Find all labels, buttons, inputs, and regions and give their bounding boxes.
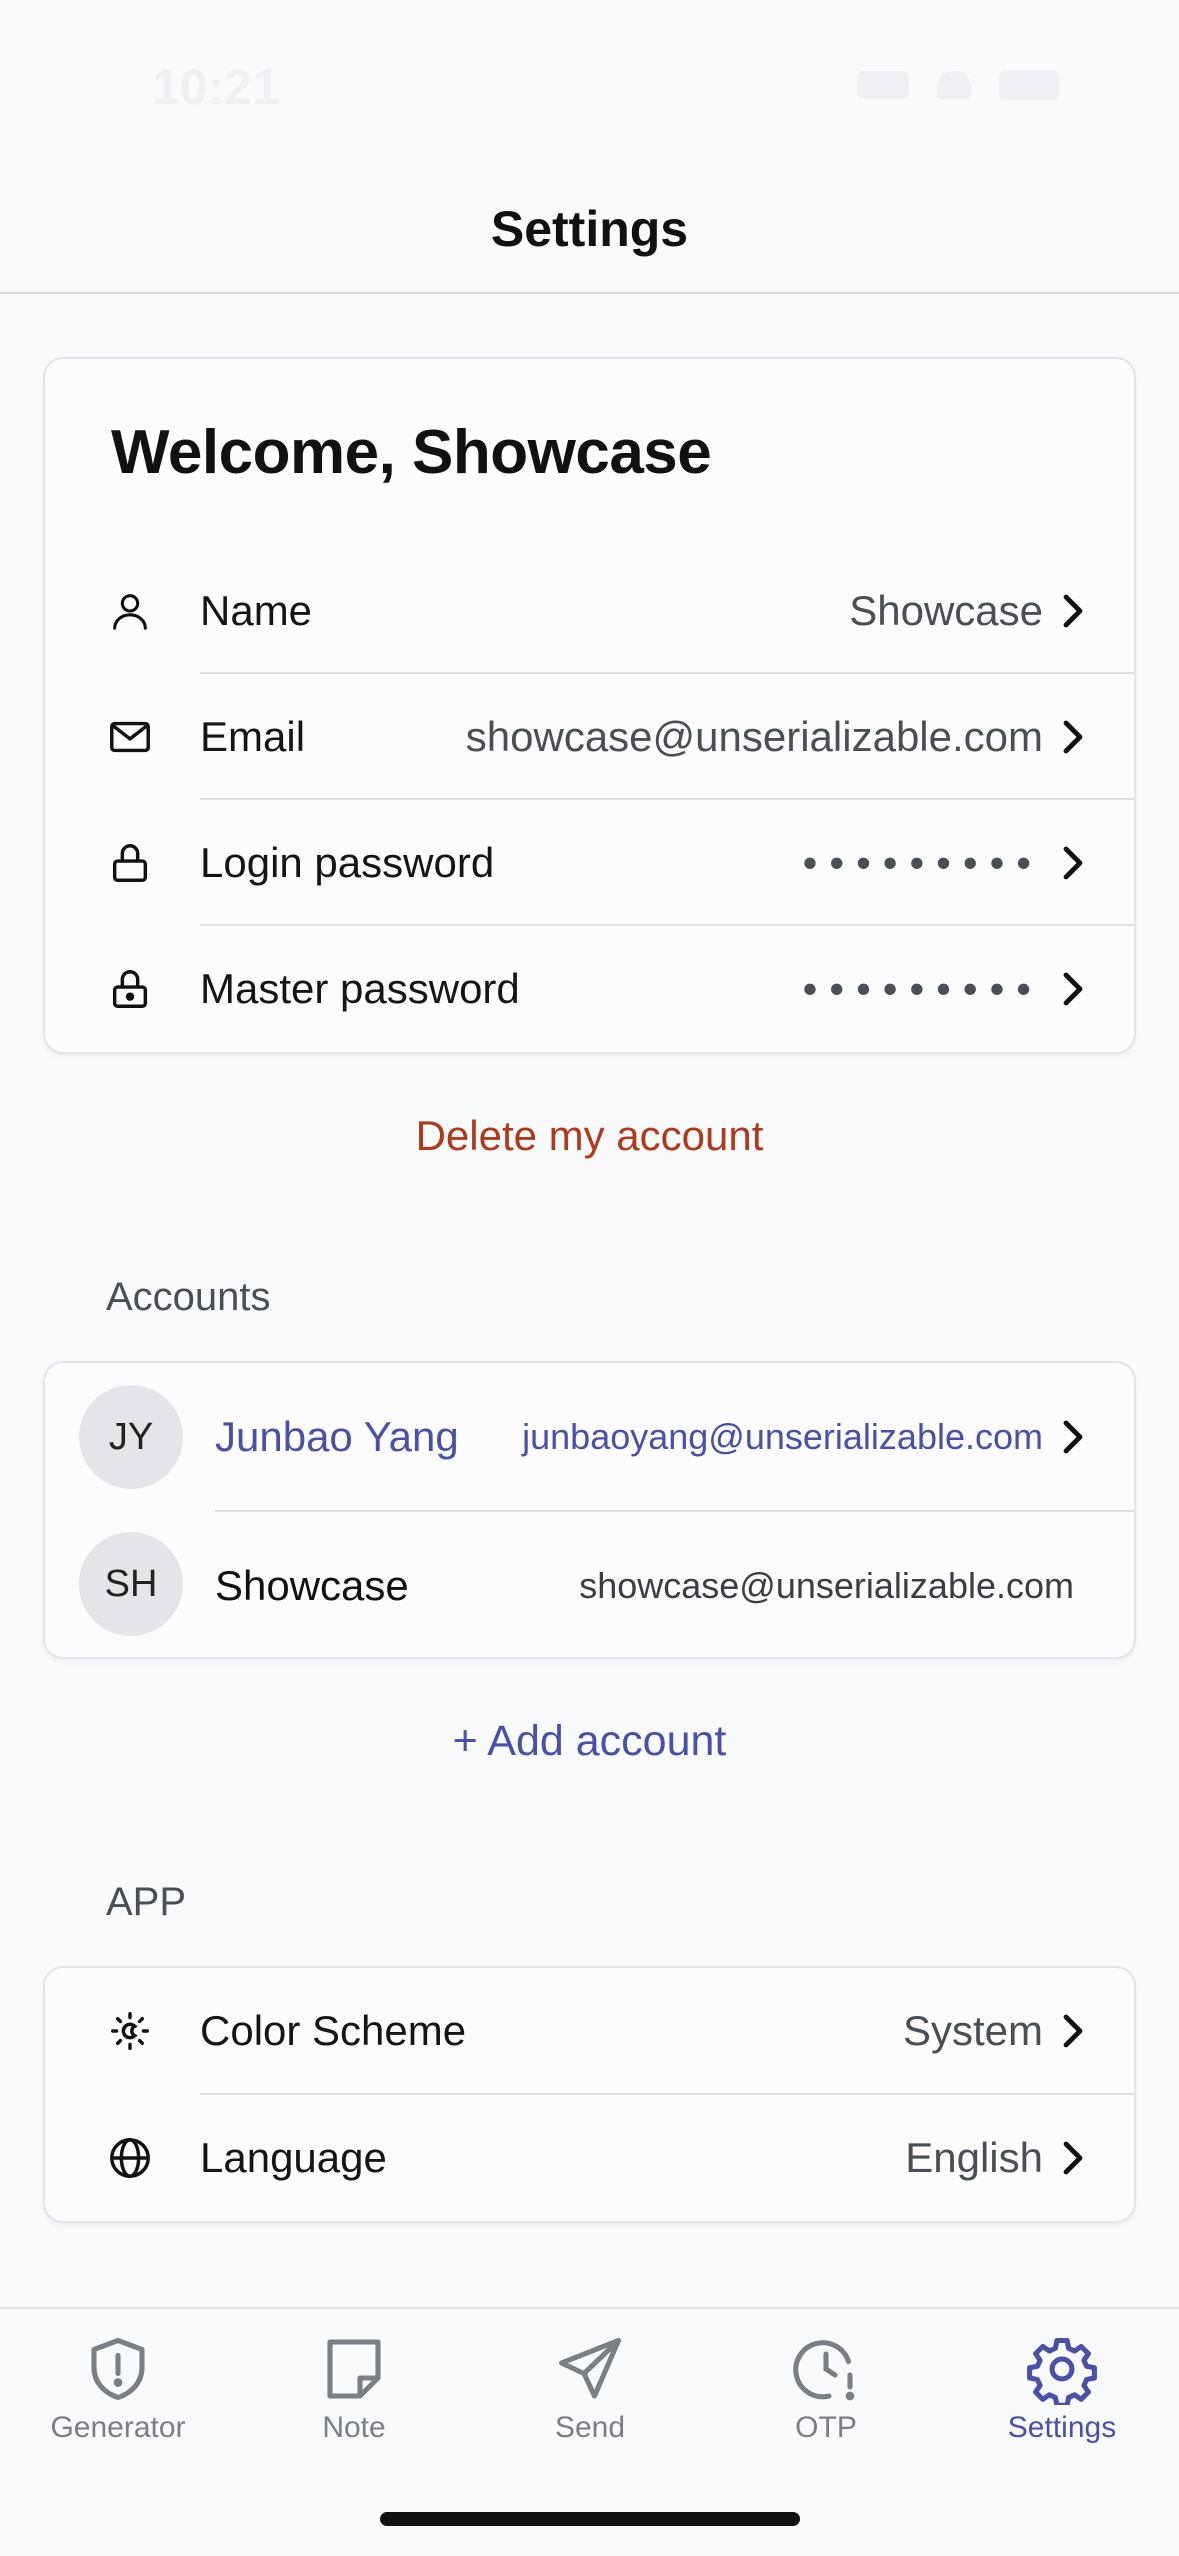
chevron-right-icon [1063, 720, 1083, 754]
account-name: Junbao Yang [215, 1413, 459, 1460]
mail-icon [110, 721, 150, 753]
delete-account-button[interactable]: Delete my account [0, 1112, 1179, 1160]
app-section-label: APP [106, 1880, 187, 1924]
master-password-row[interactable]: Master password ••••••••• [45, 926, 1138, 1052]
tab-label: Generator [50, 2411, 186, 2444]
home-indicator [380, 2512, 800, 2526]
lock-open-icon [112, 844, 148, 882]
status-bar: 10:21 [0, 0, 1179, 175]
signal-icon [857, 71, 909, 99]
shield-icon [91, 2337, 145, 2401]
chevron-right-icon [1063, 2014, 1083, 2048]
language-row[interactable]: Language English [45, 2095, 1138, 2221]
status-icons [857, 70, 1059, 100]
login-password-value: ••••••••• [802, 839, 1043, 886]
profile-card: Welcome, Showcase Name Showcase Email sh… [43, 357, 1136, 1054]
chevron-right-icon [1063, 846, 1083, 880]
accounts-section-label: Accounts [106, 1275, 271, 1319]
clock-alert-icon [793, 2340, 855, 2401]
account-email: showcase@unserializable.com [579, 1565, 1074, 1606]
account-email: junbaoyang@unserializable.com [522, 1416, 1043, 1457]
email-row[interactable]: Email showcase@unserializable.com [45, 674, 1138, 800]
tab-note[interactable]: Note [236, 2333, 472, 2445]
chevron-right-icon [1063, 594, 1083, 628]
tab-label: Note [322, 2411, 386, 2444]
chevron-right-icon [1063, 2141, 1083, 2175]
master-password-value: ••••••••• [802, 965, 1043, 1012]
email-label: Email [200, 713, 306, 760]
lock-closed-icon [112, 970, 148, 1008]
note-icon [327, 2339, 381, 2399]
battery-icon [999, 70, 1059, 100]
name-value: Showcase [849, 587, 1043, 634]
name-row[interactable]: Name Showcase [45, 548, 1138, 674]
chevron-right-icon [1063, 1420, 1083, 1454]
account-name: Showcase [215, 1562, 409, 1609]
email-value: showcase@unserializable.com [465, 713, 1043, 760]
status-time: 10:21 [152, 59, 280, 115]
tab-send[interactable]: Send [472, 2333, 708, 2445]
person-icon [113, 594, 147, 630]
language-value: English [905, 2134, 1043, 2181]
account-row[interactable]: SH Showcase showcase@unserializable.com [45, 1512, 1138, 1660]
add-account-button[interactable]: + Add account [0, 1717, 1179, 1766]
master-password-label: Master password [200, 965, 520, 1012]
page-title: Settings [490, 201, 689, 257]
tab-generator[interactable]: Generator [0, 2333, 236, 2445]
accounts-card: JY Junbao Yang junbaoyang@unserializable… [43, 1361, 1136, 1659]
color-scheme-label: Color Scheme [200, 2007, 467, 2054]
globe-icon [110, 2138, 150, 2178]
name-label: Name [200, 587, 313, 634]
tab-label: Settings [1007, 2411, 1117, 2444]
avatar: SH [79, 1532, 183, 1636]
gear-icon [1027, 2337, 1097, 2405]
color-scheme-row[interactable]: Color Scheme System [45, 1968, 1138, 2094]
tab-settings[interactable]: Settings [944, 2333, 1179, 2445]
wifi-icon [937, 71, 971, 99]
language-label: Language [200, 2134, 387, 2181]
login-password-label: Login password [200, 839, 495, 886]
avatar: JY [79, 1385, 183, 1489]
tab-label: Send [554, 2411, 626, 2444]
sun-moon-icon [111, 2012, 149, 2050]
color-scheme-value: System [902, 2007, 1043, 2054]
tab-label: OTP [795, 2411, 857, 2444]
header-divider [0, 292, 1179, 294]
login-password-row[interactable]: Login password ••••••••• [45, 800, 1138, 926]
welcome-heading: Welcome, Showcase [111, 418, 712, 487]
chevron-right-icon [1063, 972, 1083, 1006]
tab-otp[interactable]: OTP [708, 2333, 944, 2445]
app-card: Color Scheme System Language English [43, 1966, 1136, 2223]
send-icon [558, 2337, 622, 2399]
account-row[interactable]: JY Junbao Yang junbaoyang@unserializable… [45, 1363, 1138, 1511]
